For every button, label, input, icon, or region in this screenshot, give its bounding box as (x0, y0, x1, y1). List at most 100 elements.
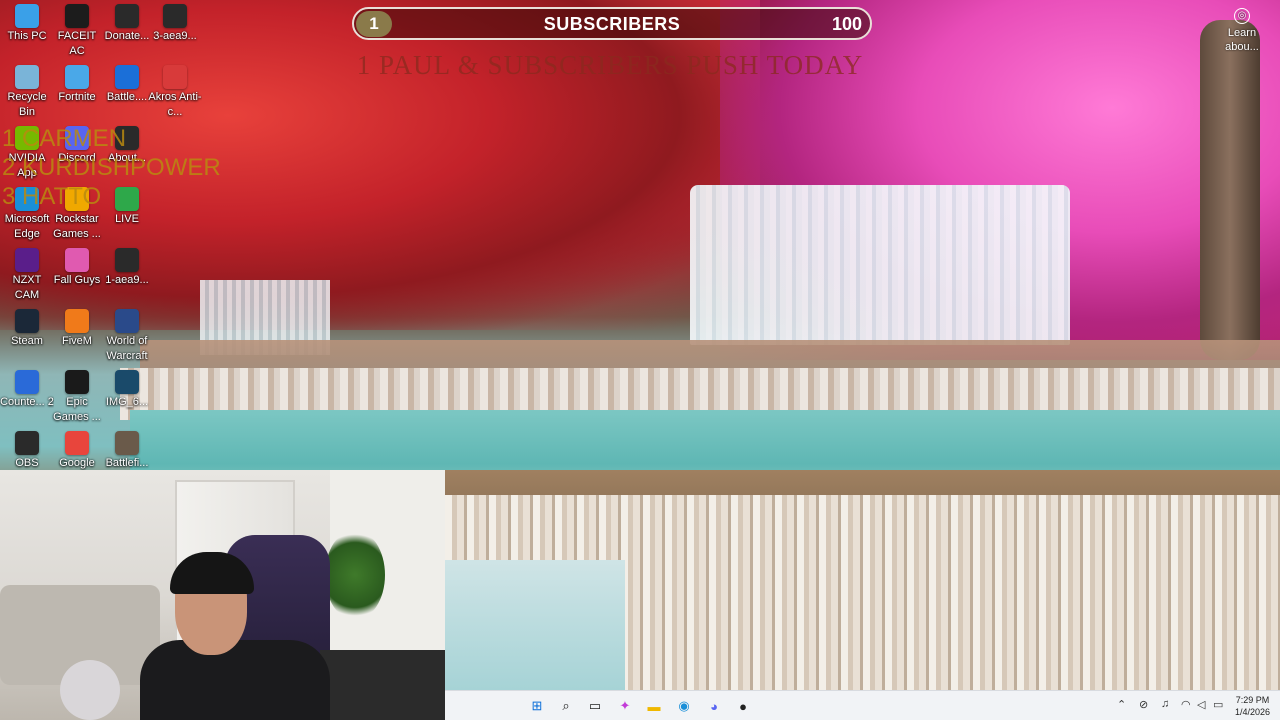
desktop-icon-battlenet[interactable]: Battle.... (100, 61, 154, 105)
obs-icon (15, 431, 39, 455)
desktop-icon-label: Microsoft Edge (4, 213, 50, 240)
wow-icon (115, 309, 139, 333)
subscriber-goal: 100 (831, 14, 862, 34)
desktop-icon-label: Steam (11, 335, 43, 347)
nzxt-icon (15, 248, 39, 272)
cs2-icon (15, 370, 39, 394)
desktop-icon-label: Fortnite (58, 91, 96, 103)
start-button[interactable]: ⊞ (526, 695, 548, 717)
desktop-icon-label: Recycle Bin (7, 91, 47, 118)
desktop-icon-nzxt[interactable]: NZXT CAM (0, 244, 54, 303)
streamer-body (140, 640, 330, 720)
leaderboard: 1 CARMEN 2 KURDISHPOWER 3 HATTO (2, 124, 221, 211)
task-view-button[interactable]: ▭ (584, 695, 606, 717)
subscriber-goal-bar: 1 SUBSCRIBERS 100 (352, 7, 872, 40)
camera-icon: ◎ (1234, 8, 1250, 24)
file-explorer-button[interactable]: ▬ (643, 695, 665, 717)
streamer-beanie (170, 552, 254, 594)
webcam-desk (320, 650, 445, 720)
recycle-bin-icon (15, 65, 39, 89)
desktop-icon-wow[interactable]: World of Warcraft (100, 305, 154, 364)
battlefield-icon (115, 431, 139, 455)
desktop-icon-recycle-bin[interactable]: Recycle Bin (0, 61, 54, 120)
taskbar: ⌃ ⊘ ♫ ◠ ◁ ▭ 7:29 PM 1/4/2026 ⊞ ⌕ ▭ ✦ ▬ ◉ ◕ ● (445, 690, 1280, 720)
leaderboard-row: 3 HATTO (2, 183, 102, 210)
stream-banner: 1 PAUL & SUBSCRIBERS PUSH TODAY (356, 50, 864, 80)
akros-icon (163, 65, 187, 89)
wifi-icon[interactable]: ◠ (1181, 698, 1191, 711)
battlenet-icon (115, 65, 139, 89)
desktop-icon-steam[interactable]: Steam (0, 305, 54, 349)
desktop-icon-battlefield[interactable]: Battlefi... (100, 427, 154, 471)
desktop-icon-label: Epic Games ... (53, 396, 101, 423)
desktop-icon-grid: This PC FACEIT AC Donate... 3-aea9... Recycl… (0, 0, 202, 471)
monitor-icon (15, 4, 39, 28)
desktop-icon-label: Google (59, 457, 95, 469)
desktop-icon-label: This PC (7, 30, 47, 42)
leaderboard-row: 2 KURDISHPOWER (2, 154, 221, 181)
desktop-icon-label: Counte... 2 (0, 396, 54, 408)
steam-icon (15, 309, 39, 333)
desktop-icon-donate[interactable]: Donate... (100, 0, 154, 44)
learn-about-label: Learn abou... (1225, 27, 1259, 53)
desktop-icon-file[interactable]: 1-aea9... (100, 244, 154, 288)
desktop-icon-label: Battle.... (106, 91, 148, 103)
image-icon (115, 370, 139, 394)
desktop-icon-monitor[interactable]: This PC (0, 0, 54, 44)
desktop-icon-label: Rockstar Games ... (53, 213, 101, 240)
desktop-icon-file[interactable]: 3-aea9... (148, 0, 202, 44)
clock-time: 7:29 PM (1235, 695, 1270, 705)
headset-icon[interactable]: ♫ (1161, 698, 1169, 710)
wallpaper-stream (445, 560, 625, 690)
desktop-icon-label: Donate... (104, 30, 150, 42)
desktop-icon-label: NZXT CAM (12, 274, 42, 301)
desktop-icon-obs[interactable]: OBS (0, 427, 54, 471)
edge-button[interactable]: ◉ (673, 695, 695, 717)
desktop-icon-label: Battlefi... (105, 457, 149, 469)
webcam-streamer (140, 540, 330, 720)
desktop-icon-faceit[interactable]: FACEIT AC (50, 0, 104, 59)
subscriber-label: SUBSCRIBERS (543, 14, 681, 34)
copilot-button[interactable]: ✦ (614, 695, 636, 717)
desktop-icon-epic[interactable]: Epic Games ... (50, 366, 104, 425)
webcam-plant (325, 530, 385, 620)
fallguys-icon (65, 248, 89, 272)
desktop-icon-chrome[interactable]: Google (50, 427, 104, 471)
leaderboard-row: 1 CARMEN (2, 125, 127, 152)
desktop-icon-label: Fall Guys (53, 274, 101, 286)
wallpaper-ledge (140, 340, 1280, 370)
learn-about-picture[interactable]: ◎ Learn abou... (1218, 8, 1266, 54)
desktop-icon-label: LIVE (115, 213, 139, 225)
obs-button[interactable]: ● (732, 695, 754, 717)
battery-icon[interactable]: ▭ (1213, 698, 1223, 711)
chrome-icon (65, 431, 89, 455)
faceit-icon (65, 4, 89, 28)
wallpaper-waterfall-upper (690, 185, 1070, 345)
desktop-icon-label: Akros Anti-c... (148, 91, 202, 118)
desktop-icon-fallguys[interactable]: Fall Guys (50, 244, 104, 288)
desktop-icon-fivem[interactable]: FiveM (50, 305, 104, 349)
network-icon[interactable]: ⊘ (1139, 698, 1148, 711)
fivem-icon (65, 309, 89, 333)
desktop-icon-label: OBS (15, 457, 39, 469)
desktop-icon-cs2[interactable]: Counte... 2 (0, 366, 54, 410)
desktop-icon-image[interactable]: IMG_6... (100, 366, 154, 410)
desktop-icon-akros[interactable]: Akros Anti-c... (148, 61, 202, 120)
discord-button[interactable]: ◕ (703, 695, 725, 717)
desktop-icon-label: 1-aea9... (105, 274, 149, 286)
clock-date: 1/4/2026 (1234, 707, 1270, 717)
webcam-feed (0, 470, 445, 720)
chevron-up-icon[interactable]: ⌃ (1117, 698, 1126, 711)
wallpaper-tree-trunk (1200, 20, 1260, 360)
file-icon (163, 4, 187, 28)
desktop-icon-label: FiveM (62, 335, 92, 347)
desktop-icon-label: FACEIT AC (57, 30, 97, 57)
volume-icon[interactable]: ◁ (1197, 698, 1205, 711)
epic-icon (65, 370, 89, 394)
system-clock[interactable]: 7:29 PM 1/4/2026 (1235, 694, 1270, 718)
donate-icon (115, 4, 139, 28)
file-icon (115, 248, 139, 272)
desktop-icon-fortnite[interactable]: Fortnite (50, 61, 104, 105)
desktop-icon-label: World of Warcraft (106, 335, 148, 362)
search-button[interactable]: ⌕ (555, 695, 577, 717)
